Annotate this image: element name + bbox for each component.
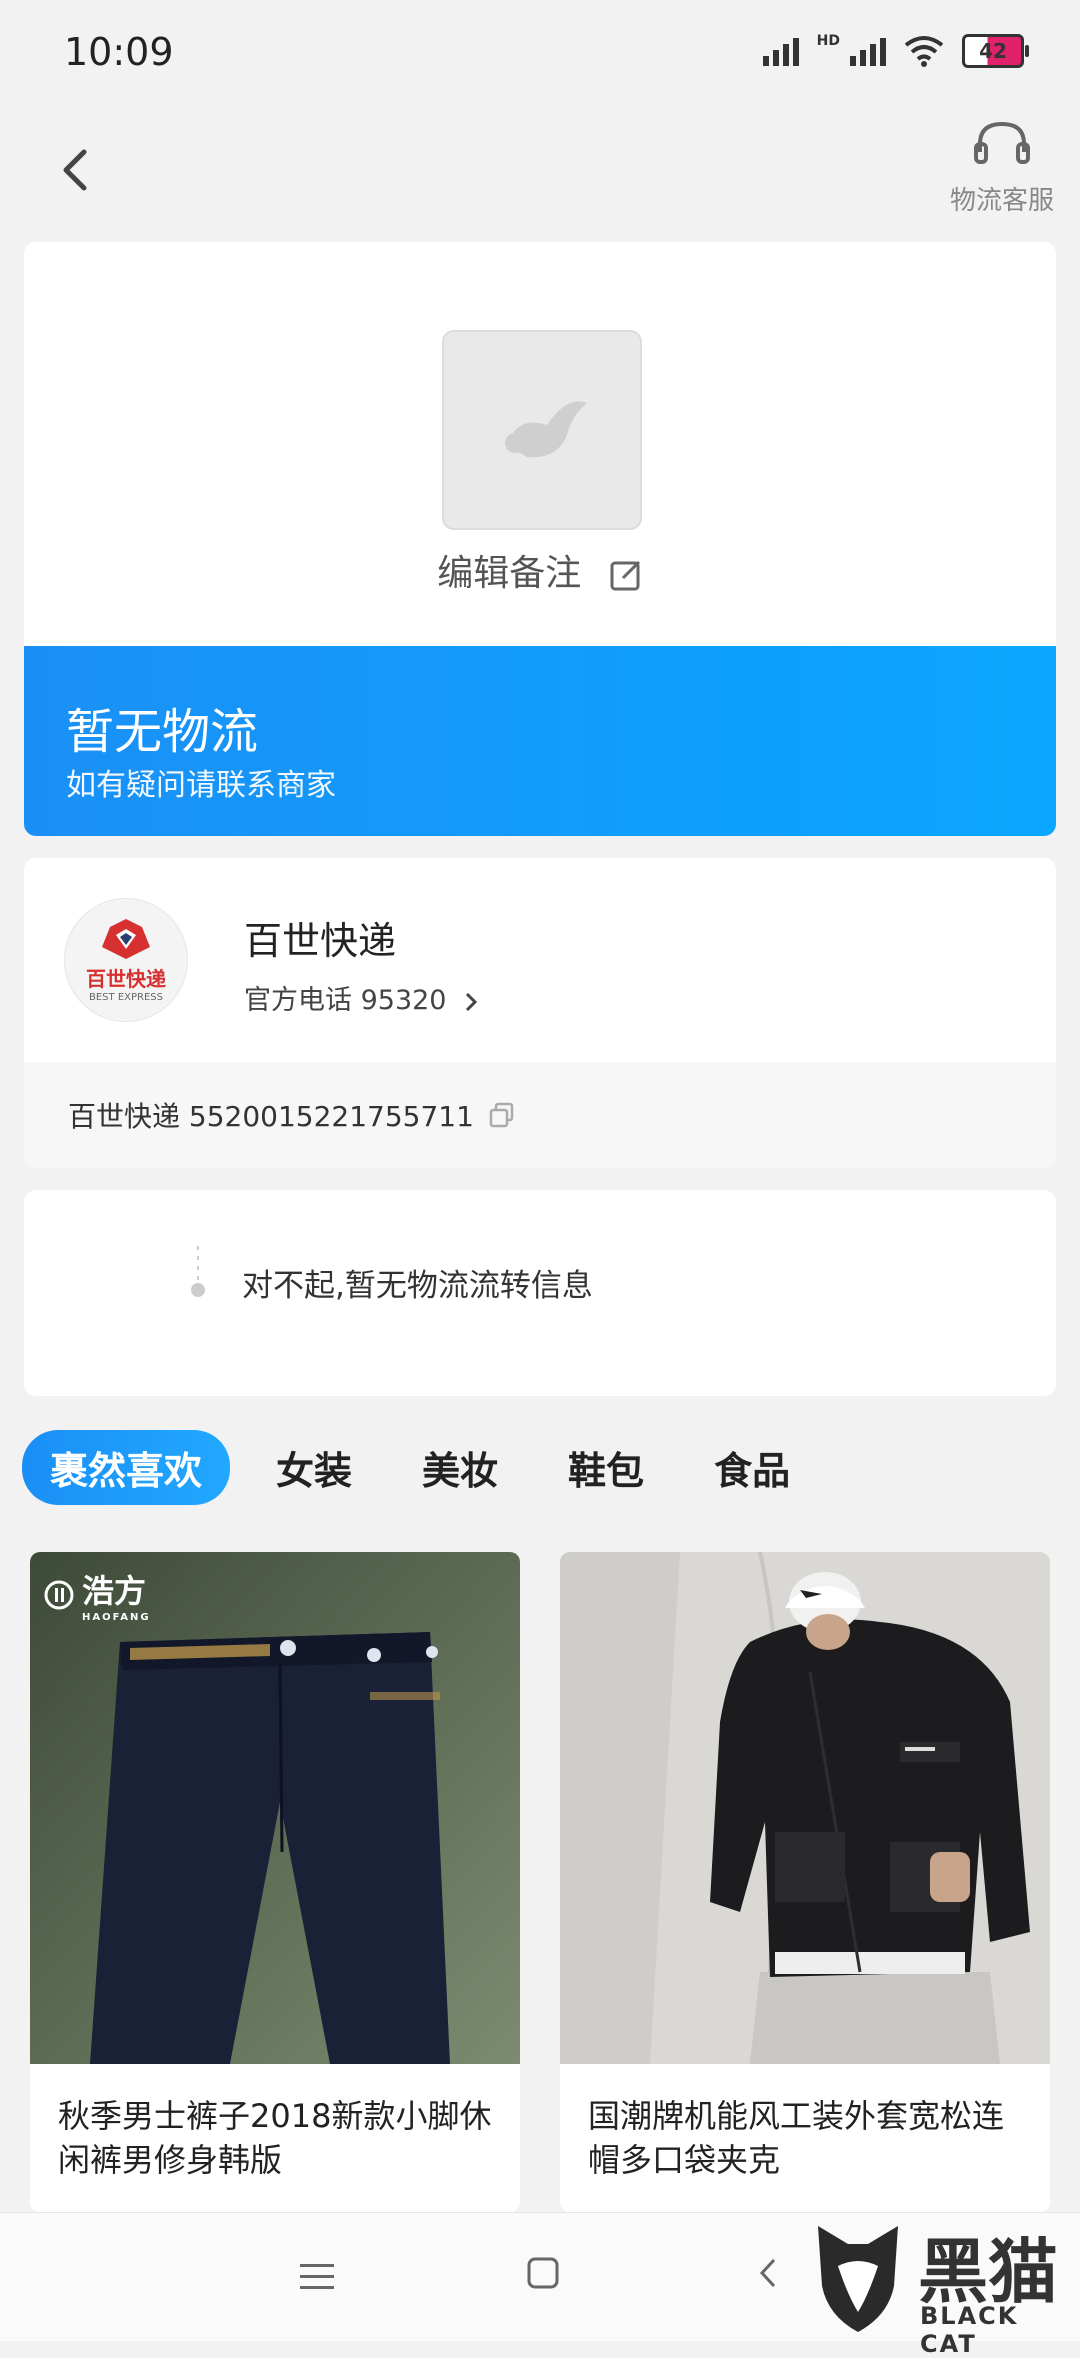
brand-tag: 浩方 HAOFANG (44, 1566, 151, 1623)
product-image (30, 1552, 520, 2064)
watermark-en: BLACK CAT (920, 2302, 1019, 2358)
brand-logo-icon (44, 1580, 74, 1609)
package-thumbnail (442, 330, 642, 530)
brand-name-en: HAOFANG (82, 1612, 151, 1623)
carrier-logo-en: BEST EXPRESS (89, 992, 163, 1003)
edit-icon (610, 560, 640, 591)
brand-name: 浩方 (82, 1572, 147, 1610)
no-tracking-message: 对不起,暂无物流流转信息 (242, 1268, 593, 1304)
carrier-logo: 百世快递 BEST EXPRESS (64, 898, 188, 1022)
chevron-left-icon (63, 149, 87, 191)
bird-placeholder-icon (505, 401, 587, 458)
best-express-logo-icon (102, 919, 150, 959)
home-icon[interactable] (526, 2256, 560, 2290)
timeline-dot-icon (191, 1246, 205, 1297)
battery-level: 42 (979, 39, 1007, 63)
edit-note-label: 编辑备注 (437, 553, 582, 594)
carrier-name: 百世快递 (244, 919, 397, 963)
carrier-phone: 官方电话 95320 (244, 985, 447, 1016)
tracking-number: 百世快递 5520015221755711 (68, 1100, 474, 1133)
status-time: 10:09 (64, 30, 174, 74)
category-tabs: 裹然喜欢 女装 美妆 鞋包 食品 (22, 1430, 860, 1505)
product-image (560, 1552, 1050, 2064)
banner-subtitle: 如有疑问请联系商家 (66, 768, 336, 803)
carrier-phone-link[interactable]: 官方电话 95320 (244, 978, 481, 1017)
signal-icon-2 (850, 36, 886, 66)
nav-back-icon[interactable] (754, 2256, 784, 2290)
product-title: 秋季男士裤子2018新款小脚休闲裤男修身韩版 (58, 2097, 492, 2179)
battery-icon: 42 (962, 34, 1029, 68)
product-title: 国潮牌机能风工装外套宽松连帽多口袋夹克 (588, 2097, 1005, 2179)
tab-womens[interactable]: 女装 (276, 1440, 352, 1495)
customer-service-button[interactable]: 物流客服 (942, 118, 1062, 217)
banner-title: 暂无物流 (66, 704, 259, 760)
product-card[interactable]: 国潮牌机能风工装外套宽松连帽多口袋夹克 (560, 1552, 1050, 2212)
tracking-row: 百世快递 5520015221755711 (24, 1062, 1056, 1168)
hd-label: HD (816, 33, 840, 49)
tab-beauty[interactable]: 美妆 (422, 1440, 498, 1495)
status-banner: 暂无物流 如有疑问请联系商家 (24, 646, 1056, 836)
package-card: 编辑备注 暂无物流 如有疑问请联系商家 (24, 242, 1056, 836)
back-button[interactable] (48, 140, 108, 200)
edit-note-button[interactable]: 编辑备注 (24, 544, 1056, 596)
watermark: 黑猫 BLACK CAT (808, 2216, 1078, 2358)
chevron-right-icon (466, 992, 478, 1011)
carrier-card: 百世快递 BEST EXPRESS 百世快递 官方电话 95320 百世快递 5… (24, 858, 1056, 1168)
tab-shoes-bags[interactable]: 鞋包 (568, 1440, 644, 1495)
menu-icon[interactable] (300, 2262, 334, 2292)
wifi-icon (904, 36, 944, 67)
product-card[interactable]: 浩方 HAOFANG 秋季男士裤子2018新款小脚休闲裤男修身韩版 (30, 1552, 520, 2212)
copy-icon[interactable] (488, 1101, 516, 1129)
tab-food[interactable]: 食品 (714, 1440, 790, 1495)
headset-icon (974, 121, 1030, 164)
tab-recommended[interactable]: 裹然喜欢 (22, 1430, 231, 1505)
carrier-logo-cn: 百世快递 (86, 967, 166, 991)
status-icons: HD 42 (762, 33, 1029, 68)
cat-shield-logo-icon (818, 2226, 898, 2332)
signal-icon (762, 36, 799, 66)
customer-service-label: 物流客服 (949, 186, 1054, 216)
tracking-info-card: 对不起,暂无物流流转信息 (24, 1190, 1056, 1396)
